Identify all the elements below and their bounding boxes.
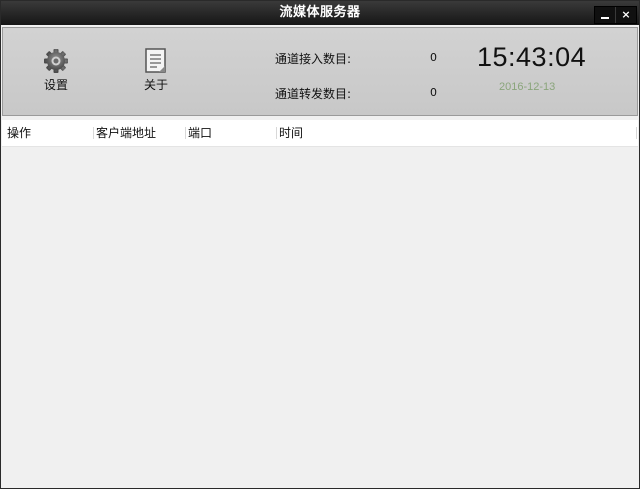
channel-in-label: 通道接入数目:: [275, 52, 352, 66]
column-header-time[interactable]: 时间: [276, 127, 303, 139]
column-header-port[interactable]: 端口: [185, 127, 212, 139]
settings-label: 设置: [43, 78, 68, 92]
about-button[interactable]: 关于: [131, 48, 181, 93]
settings-button[interactable]: 设置: [31, 48, 81, 93]
channel-out-label: 通道转发数目:: [275, 87, 352, 101]
toolbar: 设置 关于 通道接入数目: 0 通道转发数目: 0 15:43:04 2016-…: [2, 27, 638, 116]
table-body: [2, 147, 638, 487]
minimize-icon: [601, 16, 609, 19]
app-window: 流媒体服务器 × 设置 关于 通道接入数目: 0 通道转发数目: 0 15:43…: [0, 0, 640, 489]
table-header: 操作 客户端地址 端口 时间: [2, 120, 638, 147]
document-icon: [145, 48, 166, 73]
close-button[interactable]: ×: [616, 7, 636, 23]
gear-icon: [44, 49, 68, 73]
about-label: 关于: [143, 78, 168, 92]
window-controls: ×: [594, 6, 637, 24]
column-header-client-address[interactable]: 客户端地址: [93, 127, 156, 139]
minimize-button[interactable]: [595, 7, 616, 23]
title-bar[interactable]: 流媒体服务器 ×: [1, 1, 639, 25]
channel-out-value: 0: [430, 86, 437, 99]
channel-in-value: 0: [430, 51, 437, 64]
client-table: 操作 客户端地址 端口 时间: [2, 120, 638, 487]
window-title: 流媒体服务器: [279, 5, 361, 20]
column-header-end: [636, 127, 637, 139]
column-header-operation[interactable]: 操作: [4, 120, 31, 146]
clock-date: 2016-12-13: [499, 81, 556, 93]
close-icon: ×: [621, 8, 631, 21]
clock-time: 15:43:04: [477, 42, 587, 72]
